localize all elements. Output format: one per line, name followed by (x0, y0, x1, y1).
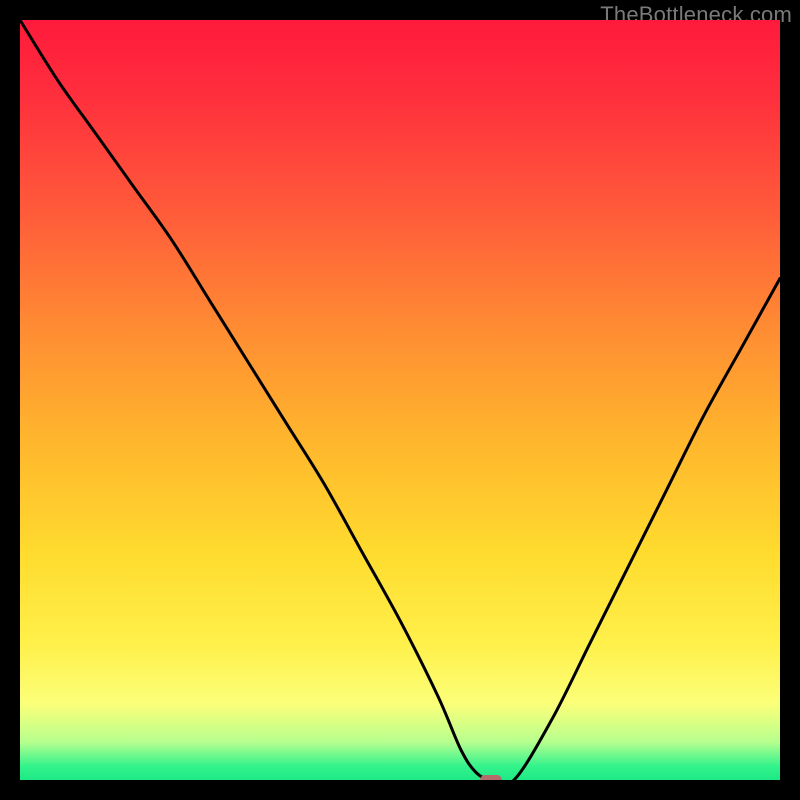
optimal-point-marker (480, 775, 502, 780)
plot-area (20, 20, 780, 780)
bottleneck-curve (20, 20, 780, 780)
chart-frame: TheBottleneck.com (0, 0, 800, 800)
